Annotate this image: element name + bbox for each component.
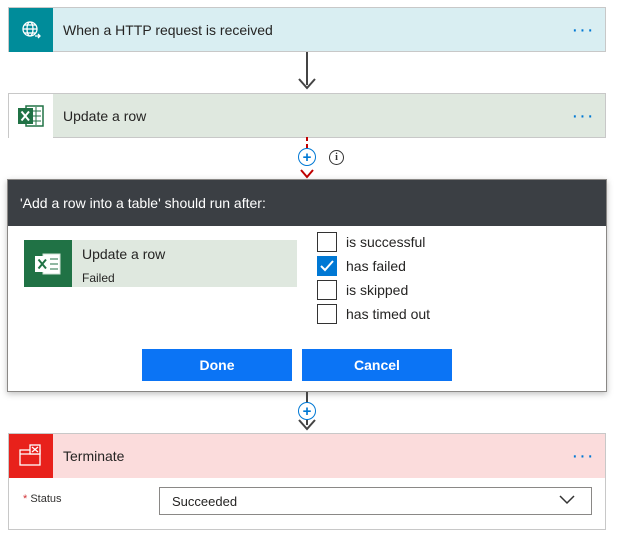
option-is-skipped[interactable]: is skipped — [317, 280, 408, 300]
add-step-icon[interactable]: + — [298, 148, 316, 166]
has-timed-out-checkbox[interactable] — [317, 304, 337, 324]
status-label: * Status — [23, 493, 62, 505]
excel-icon — [9, 93, 53, 138]
checkmark-icon — [320, 260, 334, 272]
run-after-action-name: Update a row — [82, 246, 166, 262]
done-button[interactable]: Done — [142, 349, 292, 381]
is-successful-checkbox[interactable] — [317, 232, 337, 252]
trigger-title: When a HTTP request is received — [63, 21, 273, 38]
status-value: Succeeded — [172, 493, 238, 509]
required-marker: * — [23, 493, 28, 505]
http-trigger-card[interactable]: When a HTTP request is received ··· — [8, 7, 606, 52]
has-failed-checkbox[interactable] — [317, 256, 337, 276]
update-row-title: Update a row — [63, 107, 147, 124]
terminate-card[interactable]: Terminate ··· * Status Succeeded — [8, 433, 606, 530]
update-row-card[interactable]: Update a row ··· — [8, 93, 606, 138]
is-skipped-checkbox[interactable] — [317, 280, 337, 300]
option-label: has failed — [346, 258, 406, 274]
connector-arrow-icon — [298, 78, 316, 90]
run-after-panel: 'Add a row into a table' should run afte… — [7, 179, 607, 392]
status-dropdown[interactable]: Succeeded — [159, 487, 592, 515]
status-label-text: Status — [30, 493, 62, 505]
option-label: is successful — [346, 234, 426, 250]
excel-icon — [24, 240, 72, 287]
option-is-successful[interactable]: is successful — [317, 232, 425, 252]
info-icon[interactable]: i — [329, 150, 344, 165]
run-after-action-status: Failed — [82, 271, 115, 285]
cancel-button[interactable]: Cancel — [302, 349, 452, 381]
update-row-more-menu[interactable]: ··· — [561, 106, 605, 126]
status-field: * Status Succeeded — [9, 486, 605, 516]
terminate-icon — [9, 434, 53, 478]
terminate-title: Terminate — [63, 448, 125, 464]
chevron-down-icon — [559, 495, 575, 505]
option-label: has timed out — [346, 306, 431, 322]
globe-request-icon — [9, 7, 53, 52]
option-has-failed[interactable]: has failed — [317, 256, 406, 276]
option-label: is skipped — [346, 282, 409, 298]
run-after-header: 'Add a row into a table' should run afte… — [8, 180, 606, 226]
trigger-more-menu[interactable]: ··· — [561, 20, 605, 40]
terminate-more-menu[interactable]: ··· — [561, 446, 605, 466]
option-has-timed-out[interactable]: has timed out — [317, 304, 430, 324]
connector-arrow-icon — [298, 419, 316, 431]
run-after-action: Update a row Failed — [24, 240, 297, 287]
add-step-icon[interactable]: + — [298, 402, 316, 420]
